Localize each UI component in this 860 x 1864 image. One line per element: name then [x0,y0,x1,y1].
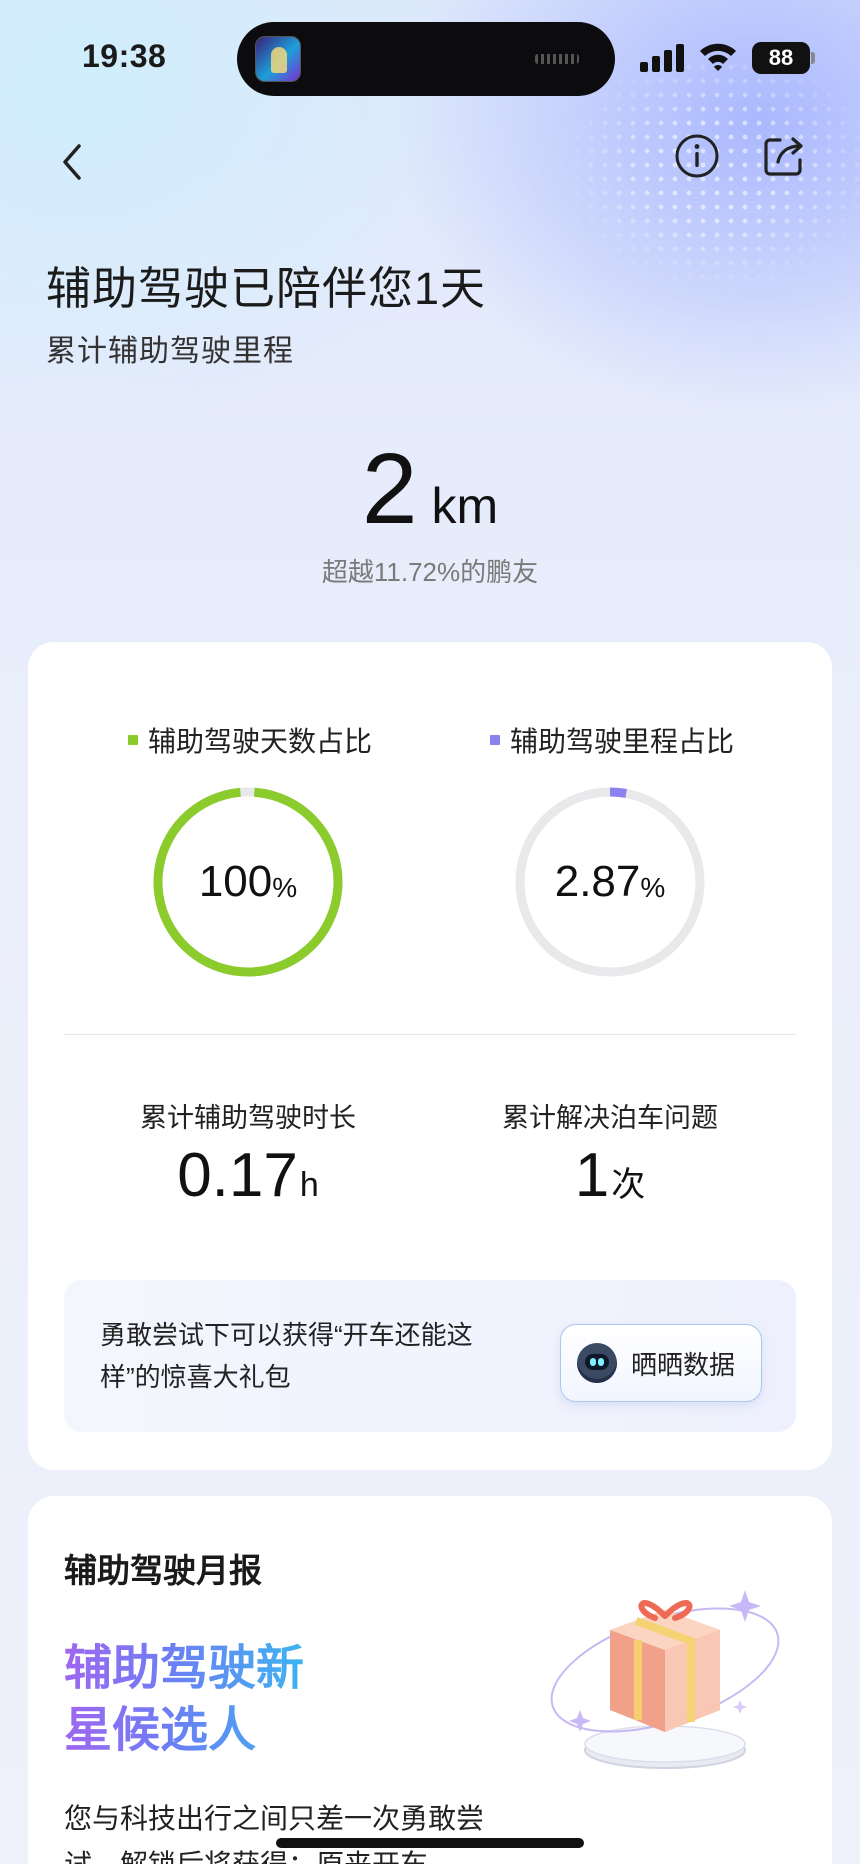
monthly-headline-line2: 星候选人 [64,1704,257,1757]
monthly-headline-line1: 辅助驾驶新 [64,1642,305,1695]
back-button[interactable] [44,134,100,190]
dynamic-island [237,22,615,96]
battery-icon: 88 [752,42,810,74]
ring-value: 100% [148,782,348,982]
info-icon [675,134,719,178]
days-ratio-ring: 100% [148,782,348,982]
stat-unit: h [299,1166,319,1204]
legend-dot [490,735,500,745]
promo-text: 勇敢尝试下可以获得“开车还能这样”的惊喜大礼包 [100,1320,473,1392]
stat-parking-value: 1次 [430,1140,790,1211]
info-button[interactable] [669,128,725,184]
home-indicator[interactable] [276,1838,584,1848]
mileage-value: 2 [361,433,418,545]
status-time: 19:38 [82,38,167,74]
mileage-caption: 累计辅助驾驶里程 [46,335,294,368]
share-data-button[interactable]: 晒晒数据 [560,1324,762,1402]
share-data-label: 晒晒数据 [631,1349,736,1380]
robot-icon [577,1343,617,1383]
stat-number: 1 [574,1141,610,1210]
divider [64,1034,796,1035]
ring-number: 100 [198,857,273,906]
signal-icon [640,44,686,72]
surpass-text: 超越11.72%的鹏友 [321,557,539,587]
stat-unit: 次 [611,1166,646,1204]
legend-mileage-ratio: 辅助驾驶里程占比 [490,720,734,760]
legend-label: 辅助驾驶天数占比 [148,726,373,757]
stat-number: 0.17 [177,1141,298,1210]
mileage-ratio-ring: 2.87% [510,782,710,982]
page-title: 辅助驾驶已陪伴您1天 [46,263,487,314]
ring-value: 2.87% [510,782,710,982]
ring-unit: % [272,872,298,903]
share-icon [764,137,803,176]
chevron-left-icon [63,144,81,180]
stat-parking-label: 累计解决泊车问题 [502,1103,718,1133]
share-button[interactable] [756,128,812,184]
gift-box-illustration [550,1590,780,1769]
mileage-unit: km [431,478,499,534]
wifi-icon [698,40,738,72]
game-app-icon[interactable] [255,36,301,82]
battery-nub [811,52,815,64]
decorative-dot-pattern [500,60,860,360]
promo-banner: 勇敢尝试下可以获得“开车还能这样”的惊喜大礼包 晒晒数据 [64,1280,796,1432]
legend-days-ratio: 辅助驾驶天数占比 [128,720,372,760]
legend-label: 辅助驾驶里程占比 [510,726,735,757]
stat-duration-value: 0.17h [68,1140,428,1211]
stat-duration-label: 累计辅助驾驶时长 [140,1103,356,1133]
monthly-description: 您与科技出行之间只差一次勇敢尝试，解锁后将获得：原来开车 [64,1803,485,1864]
ring-unit: % [640,872,666,903]
audio-wave-icon [535,54,579,64]
mileage-display: 2 km [0,432,860,547]
monthly-headline: 辅助驾驶新 星候选人 [64,1638,304,1762]
ring-number: 2.87 [554,857,641,906]
monthly-report-title: 辅助驾驶月报 [64,1552,262,1589]
legend-dot [128,735,138,745]
